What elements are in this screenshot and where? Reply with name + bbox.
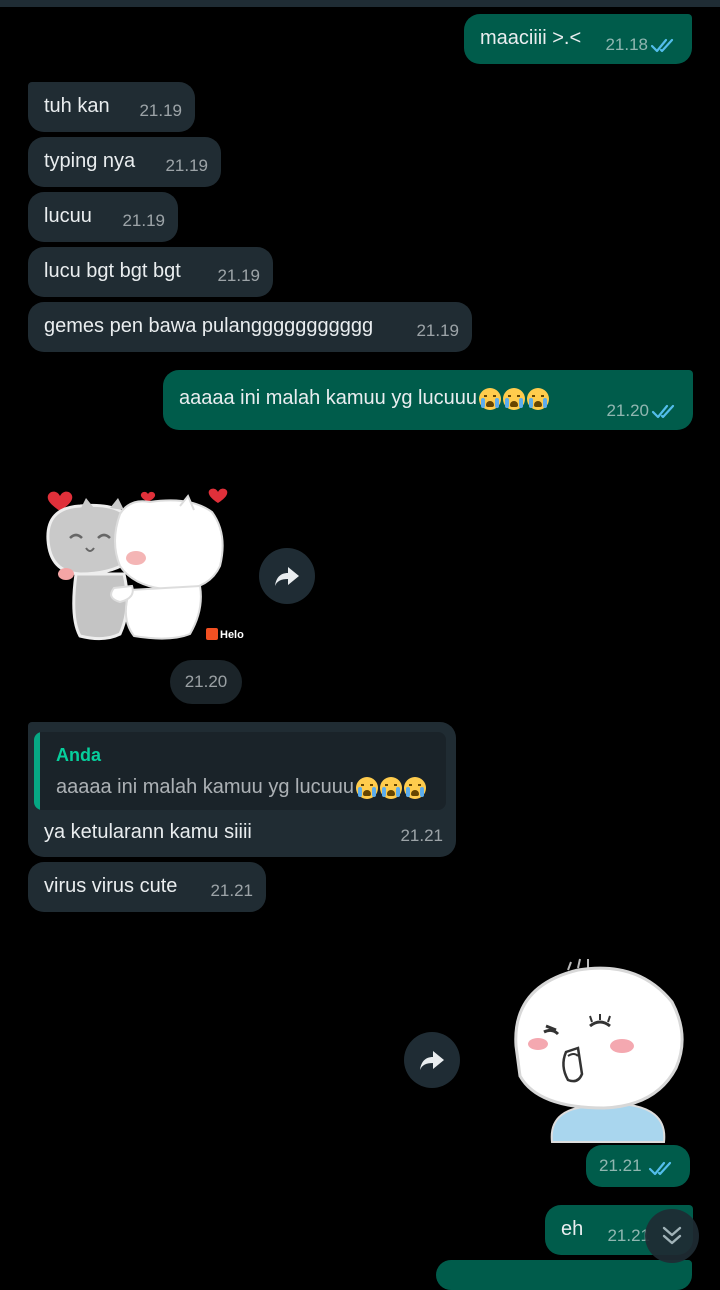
forward-icon bbox=[275, 567, 299, 586]
message-text-body: aaaaa ini malah kamuu yg lucuuu bbox=[179, 387, 477, 409]
crying-face-icon bbox=[379, 776, 402, 799]
shy-cat-sticker[interactable] bbox=[508, 956, 688, 1146]
message-time: 21.18 bbox=[605, 35, 648, 54]
crying-face-icon bbox=[478, 387, 501, 410]
quote-accent-bar bbox=[34, 732, 40, 810]
message-time: 21.21 bbox=[599, 1156, 642, 1175]
message-text: tuh kan bbox=[44, 95, 110, 117]
message-text: ya ketularann kamu siiii bbox=[44, 821, 252, 843]
crying-face-icon bbox=[502, 387, 525, 410]
incoming-message[interactable]: lucuu 21.19 bbox=[28, 192, 178, 242]
message-text: virus virus cute bbox=[44, 875, 178, 897]
quote-text: aaaaa ini malah kamuu yg lucuuu bbox=[56, 776, 426, 799]
message-text: maaciiii >.< bbox=[480, 27, 582, 49]
forward-button[interactable] bbox=[404, 1032, 460, 1088]
sticker-time-badge: 21.20 bbox=[170, 660, 242, 704]
crying-face-icon bbox=[526, 387, 549, 410]
forward-icon bbox=[420, 1051, 444, 1070]
quote-sender: Anda bbox=[56, 745, 101, 765]
message-time: 21.21 bbox=[400, 826, 443, 845]
message-time: 21.21 bbox=[607, 1226, 650, 1245]
quote-text-body: aaaaa ini malah kamuu yg lucuuu bbox=[56, 776, 354, 798]
incoming-message[interactable]: typing nya 21.19 bbox=[28, 137, 221, 187]
crying-face-icon bbox=[403, 776, 426, 799]
message-text: eh bbox=[561, 1218, 584, 1240]
message-text: lucu bgt bgt bgt bbox=[44, 260, 181, 282]
forward-button[interactable] bbox=[259, 548, 315, 604]
double-check-icon bbox=[651, 404, 675, 419]
message-time: 21.20 bbox=[184, 672, 228, 691]
incoming-message[interactable]: tuh kan 21.19 bbox=[28, 82, 195, 132]
incoming-message[interactable]: gemes pen bawa pulanggggggggggg 21.19 bbox=[28, 302, 472, 352]
incoming-message[interactable]: virus virus cute 21.21 bbox=[28, 862, 266, 912]
incoming-reply-message[interactable]: Anda aaaaa ini malah kamuu yg lucuuu ya … bbox=[28, 722, 456, 857]
message-text: lucuu bbox=[44, 205, 92, 227]
sticker-watermark: Helo bbox=[220, 629, 244, 641]
message-time: 21.21 bbox=[210, 881, 253, 900]
double-check-icon bbox=[648, 1161, 672, 1176]
double-check-icon bbox=[650, 38, 674, 53]
message-text: aaaaa ini malah kamuu yg lucuuu bbox=[179, 387, 549, 410]
outgoing-message[interactable]: maaciiii >.< 21.18 bbox=[464, 14, 692, 64]
cat-hug-sticker[interactable]: Helo bbox=[40, 478, 250, 650]
message-text: typing nya bbox=[44, 150, 136, 172]
message-time: 21.19 bbox=[165, 156, 208, 175]
crying-face-icon bbox=[355, 776, 378, 799]
message-time: 21.19 bbox=[122, 211, 165, 230]
incoming-message[interactable]: lucu bgt bgt bgt 21.19 bbox=[28, 247, 273, 297]
message-text: gemes pen bawa pulanggggggggggg bbox=[44, 315, 374, 337]
quoted-message[interactable]: Anda aaaaa ini malah kamuu yg lucuuu bbox=[34, 732, 446, 810]
app-bar-edge bbox=[0, 0, 720, 7]
message-time: 21.19 bbox=[139, 101, 182, 120]
message-time: 21.19 bbox=[217, 266, 260, 285]
scroll-to-bottom-button[interactable] bbox=[645, 1209, 699, 1263]
message-time: 21.19 bbox=[416, 321, 459, 340]
double-chevron-down-icon bbox=[662, 1226, 682, 1245]
outgoing-message[interactable] bbox=[436, 1260, 692, 1290]
outgoing-message[interactable]: aaaaa ini malah kamuu yg lucuuu 21.20 bbox=[163, 370, 693, 430]
message-time: 21.20 bbox=[606, 401, 649, 420]
sticker-time-badge: 21.21 bbox=[586, 1145, 690, 1187]
